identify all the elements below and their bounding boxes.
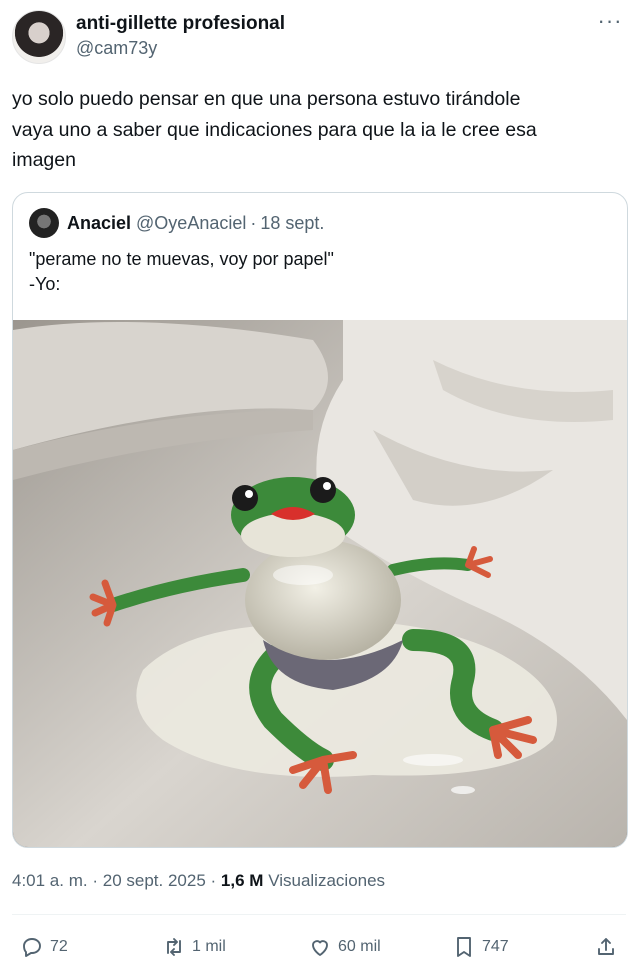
repost-button[interactable]: 1 mil	[162, 928, 226, 966]
repost-icon	[167, 938, 181, 956]
tweet-text: yo solo puedo pensar en que una persona …	[12, 84, 624, 176]
share-button[interactable]	[594, 928, 624, 966]
views-label: Visualizaciones	[268, 871, 386, 890]
quoted-tweet[interactable]: Anaciel @OyeAnaciel · 18 sept. "perame n…	[12, 192, 628, 848]
action-bar: 72 1 mil 60 mil 747	[12, 928, 627, 966]
tweet-text-line: imagen	[12, 149, 76, 171]
reply-button[interactable]: 72	[20, 928, 68, 966]
reply-count: 72	[50, 938, 68, 955]
quoted-avatar	[29, 208, 59, 238]
tweet-meta: 4:01 a. m. · 20 sept. 2025 · 1,6 M Visua…	[12, 868, 385, 894]
repost-count: 1 mil	[192, 938, 226, 955]
like-count: 60 mil	[338, 938, 381, 955]
bookmark-button[interactable]: 747	[452, 928, 509, 966]
share-icon	[598, 938, 614, 955]
author-names: anti-gillette profesional @cam73y	[76, 12, 285, 60]
quoted-text-line: -Yo:	[29, 274, 61, 294]
meta-separator: ·	[210, 871, 217, 890]
views-count: 1,6 M	[220, 871, 264, 890]
like-icon	[312, 940, 328, 956]
quoted-text: "perame no te muevas, voy por papel" -Yo…	[29, 247, 334, 297]
author-avatar[interactable]	[12, 10, 66, 64]
author-handle[interactable]: @cam73y	[76, 36, 285, 60]
quoted-image[interactable]	[13, 320, 627, 847]
quoted-text-line: "perame no te muevas, voy por papel"	[29, 249, 334, 269]
tweet-date[interactable]: 20 sept. 2025	[103, 871, 206, 890]
tweet-text-line: yo solo puedo pensar en que una persona …	[12, 88, 521, 110]
tweet-time[interactable]: 4:01 a. m.	[12, 871, 88, 890]
reply-icon	[23, 938, 41, 957]
quoted-handle: @OyeAnaciel	[136, 212, 247, 233]
quoted-separator: ·	[250, 212, 257, 233]
quoted-date: 18 sept.	[260, 212, 325, 233]
bookmark-icon	[457, 937, 471, 957]
quoted-name: Anaciel	[67, 212, 132, 233]
meta-separator: ·	[92, 871, 99, 890]
quoted-header: Anaciel @OyeAnaciel · 18 sept.	[29, 208, 324, 238]
tweet-text-line: vaya uno a saber que indicaciones para q…	[12, 118, 537, 141]
divider	[12, 914, 626, 915]
more-icon[interactable]: ···	[595, 10, 625, 38]
bookmark-count: 747	[482, 938, 509, 955]
like-button[interactable]: 60 mil	[308, 928, 381, 966]
author-display-name[interactable]: anti-gillette profesional	[76, 12, 285, 36]
tweet-header: anti-gillette profesional @cam73y ···	[12, 10, 627, 66]
frog-on-bed-image	[13, 320, 627, 847]
